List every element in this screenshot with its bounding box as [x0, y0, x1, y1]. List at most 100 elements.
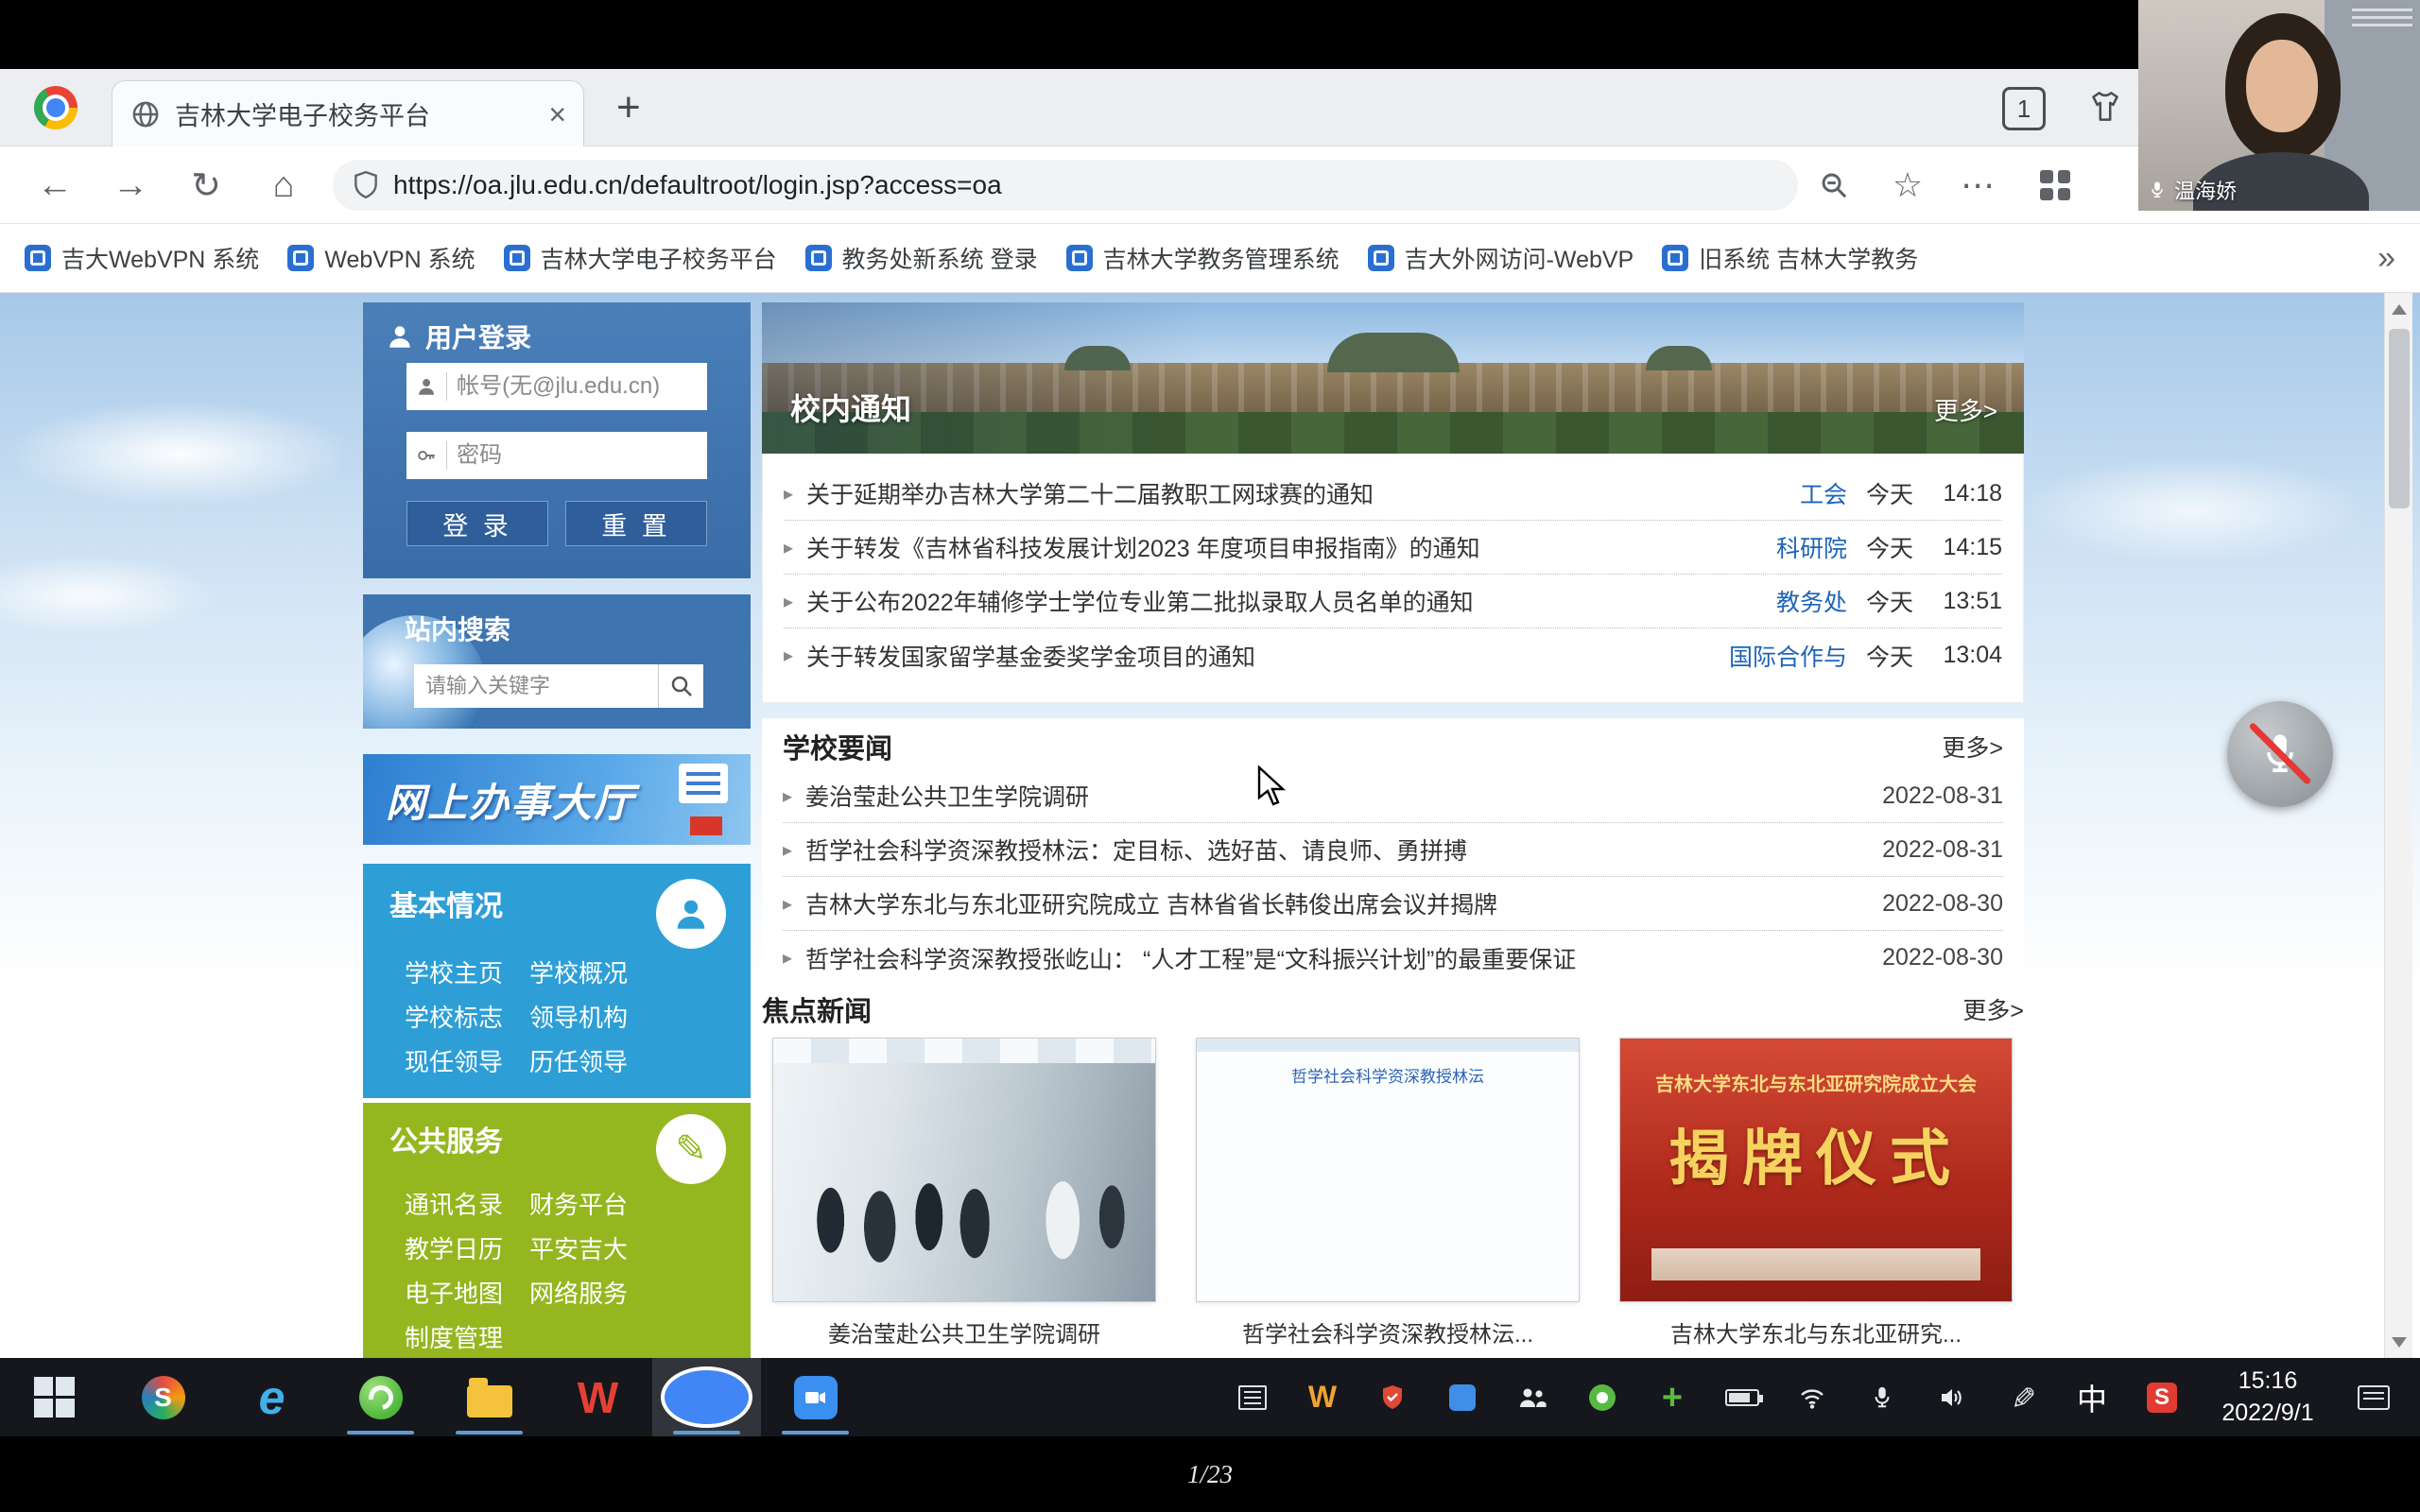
news-section-title: 学校要闻	[783, 727, 892, 766]
taskbar-internet-explorer[interactable]: e	[217, 1358, 326, 1436]
theme-shirt-icon[interactable]	[2083, 89, 2127, 125]
service-link[interactable]: 制度管理	[405, 1319, 503, 1354]
scrollbar-thumb[interactable]	[2389, 329, 2410, 508]
service-link[interactable]: 网络服务	[529, 1275, 628, 1310]
service-link[interactable]: 通讯名录	[405, 1186, 503, 1221]
notices-more-link[interactable]: 更多>	[1934, 392, 1997, 427]
new-tab-button[interactable]: +	[616, 84, 641, 131]
bookmark-item[interactable]: 旧系统 吉林大学教务	[1662, 241, 1918, 275]
taskbar-clock[interactable]: 15:16 2022/9/1	[2197, 1366, 2339, 1430]
password-field-wrap	[406, 432, 707, 479]
clock-date: 2022/9/1	[2197, 1398, 2339, 1430]
news-more-link[interactable]: 更多>	[1942, 730, 2003, 764]
news-row[interactable]: 姜治莹赴公共卫生学院调研 2022-08-31	[783, 769, 2003, 823]
basic-link[interactable]: 学校标志	[405, 999, 503, 1034]
notification-center-icon[interactable]	[2339, 1358, 2409, 1436]
address-bar[interactable]: https://oa.jlu.edu.cn/defaultroot/login.…	[333, 160, 1798, 211]
apps-grid-icon[interactable]	[2029, 159, 2082, 212]
taskbar-sogou-search[interactable]: S	[109, 1358, 217, 1436]
sogou-ime-icon[interactable]: S	[2127, 1358, 2197, 1436]
site-search-title: 站内搜索	[405, 610, 510, 647]
zoom-icon[interactable]	[1807, 159, 1860, 212]
bookmark-item[interactable]: 教务处新系统 登录	[805, 241, 1038, 275]
wps-tray-icon[interactable]: W	[1288, 1358, 1357, 1436]
notices-header-image: 校内通知 更多>	[762, 302, 2024, 454]
ceremony-big-text: 揭牌仪式	[1620, 1110, 2012, 1197]
site-search-button[interactable]	[658, 664, 703, 708]
bookmark-item[interactable]: 吉大外网访问-WebVP	[1368, 241, 1634, 275]
notice-row[interactable]: 关于转发国家留学基金委奖学金项目的通知 国际合作与 今天 13:04	[784, 628, 2002, 682]
reset-button[interactable]: 重 置	[565, 501, 707, 546]
mic-tray-icon[interactable]	[1847, 1358, 1917, 1436]
basic-link[interactable]: 现任领导	[405, 1043, 503, 1078]
notice-row[interactable]: 关于延期举办吉林大学第二十二届教职工网球赛的通知 工会 今天 14:18	[784, 467, 2002, 521]
mute-mic-button[interactable]	[2227, 701, 2333, 807]
service-link[interactable]: 教学日历	[405, 1230, 503, 1265]
taskbar-chrome-browser[interactable]	[652, 1358, 761, 1436]
more-menu-icon[interactable]: ⋯	[1951, 159, 2004, 212]
login-button[interactable]: 登 录	[406, 501, 548, 546]
service-link[interactable]: 电子地图	[405, 1275, 503, 1310]
scroll-up-arrow[interactable]	[2385, 293, 2413, 325]
taskbar-file-explorer[interactable]	[435, 1358, 544, 1436]
back-button[interactable]: ←	[28, 159, 81, 212]
volume-icon[interactable]	[1917, 1358, 1987, 1436]
basic-link[interactable]: 历任领导	[529, 1043, 628, 1078]
taskbar-360-browser[interactable]	[326, 1358, 435, 1436]
taskbar-meeting-app[interactable]	[761, 1358, 870, 1436]
service-link[interactable]: 平安吉大	[529, 1230, 628, 1265]
tab-close-icon[interactable]: ×	[548, 99, 566, 129]
news-row[interactable]: 吉林大学东北与东北亚研究院成立 吉林省省长韩俊出席会议并揭牌 2022-08-3…	[783, 877, 2003, 931]
wifi-icon[interactable]	[1777, 1358, 1847, 1436]
notice-row[interactable]: 关于公布2022年辅修学士学位专业第二批拟录取人员名单的通知 教务处 今天 13…	[784, 575, 2002, 628]
pen-icon[interactable]: ✎	[1987, 1358, 2057, 1436]
bookmark-item[interactable]: 吉林大学电子校务平台	[504, 241, 777, 275]
security-shield-icon[interactable]	[1357, 1358, 1427, 1436]
clock-time: 15:16	[2197, 1366, 2339, 1398]
start-button[interactable]	[0, 1358, 109, 1436]
site-search-input[interactable]	[414, 664, 658, 708]
bookmark-item[interactable]: 吉林大学教务管理系统	[1066, 241, 1340, 275]
focus-card-slide[interactable]: 哲学社会科学资深教授林沄	[1196, 1038, 1580, 1302]
page-scrollbar[interactable]	[2384, 293, 2412, 1358]
news-row[interactable]: 哲学社会科学资深教授张屹山： “人才工程”是“文科振兴计划”的最重要保证 202…	[783, 931, 2003, 985]
focus-caption[interactable]: 吉林大学东北与东北亚研究...	[1619, 1315, 2013, 1349]
notice-row[interactable]: 关于转发《吉林省科技发展计划2023 年度项目申报指南》的通知 科研院 今天 1…	[784, 521, 2002, 575]
basic-link[interactable]: 领导机构	[529, 999, 628, 1034]
forward-button[interactable]: →	[104, 159, 157, 212]
basic-link[interactable]: 学校概况	[529, 954, 628, 989]
bookmark-item[interactable]: 吉大WebVPN 系统	[25, 241, 259, 275]
reload-button[interactable]: ↻	[180, 159, 233, 212]
focus-more-link[interactable]: 更多>	[1962, 992, 2024, 1026]
scroll-down-arrow[interactable]	[2385, 1326, 2413, 1358]
ime-language-icon[interactable]: 中	[2057, 1358, 2127, 1436]
contacts-app-icon[interactable]	[1497, 1358, 1567, 1436]
globe-favicon-icon	[130, 98, 162, 130]
bookmark-star-icon[interactable]: ☆	[1881, 159, 1934, 212]
focus-caption[interactable]: 哲学社会科学资深教授林沄...	[1196, 1315, 1580, 1349]
docs-app-icon[interactable]	[1427, 1358, 1497, 1436]
header-shade	[762, 302, 2024, 454]
news-feed-icon[interactable]	[1218, 1358, 1288, 1436]
bookmarks-overflow-chevron[interactable]: »	[2377, 240, 2395, 277]
bookmark-favicon	[1368, 245, 1394, 271]
news-row[interactable]: 哲学社会科学资深教授林沄：定目标、选好苗、请良师、勇拼搏 2022-08-31	[783, 823, 2003, 877]
basic-info-title: 基本情况	[389, 883, 503, 924]
focus-card-corridor[interactable]	[772, 1038, 1156, 1302]
focus-card-ceremony[interactable]: 吉林大学东北与东北亚研究院成立大会 揭牌仪式	[1619, 1038, 2013, 1302]
add-app-icon[interactable]: +	[1637, 1358, 1707, 1436]
battery-icon[interactable]	[1707, 1358, 1777, 1436]
home-button[interactable]: ⌂	[257, 159, 310, 212]
service-link[interactable]: 财务平台	[529, 1186, 628, 1221]
service-hall-banner[interactable]: 网上办事大厅	[363, 754, 751, 845]
taskbar-wps-writer[interactable]: W	[544, 1358, 652, 1436]
tab-jlu-oa[interactable]: 吉林大学电子校务平台 ×	[112, 80, 584, 146]
bookmark-item[interactable]: WebVPN 系统	[287, 241, 475, 275]
tab-count-box[interactable]: 1	[2002, 87, 2046, 130]
account-input[interactable]	[457, 373, 698, 400]
basic-link[interactable]: 学校主页	[405, 954, 503, 989]
focus-caption[interactable]: 姜治莹赴公共卫生学院调研	[772, 1315, 1156, 1349]
green-app-icon[interactable]	[1567, 1358, 1637, 1436]
tab-bar: 吉林大学电子校务平台 × + 1	[0, 69, 2420, 146]
password-input[interactable]	[457, 442, 698, 469]
